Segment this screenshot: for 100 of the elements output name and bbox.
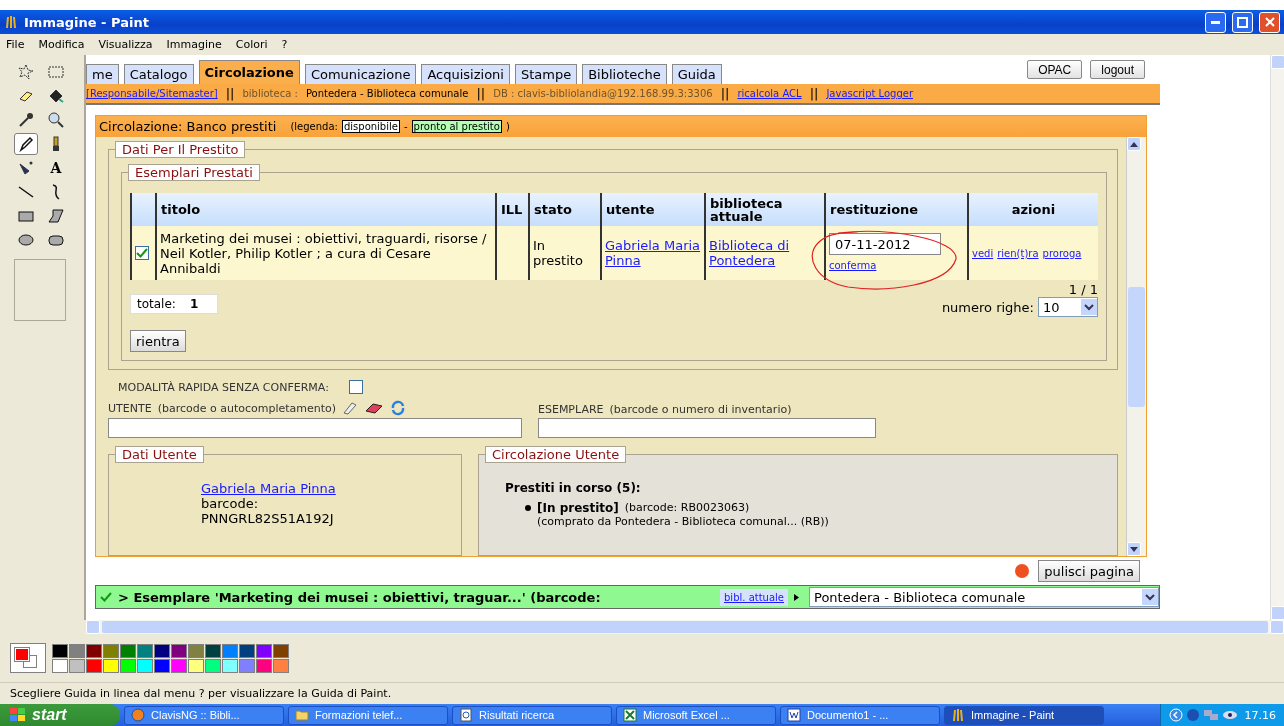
tab[interactable]: Circolazione (198, 60, 300, 84)
color-swatch[interactable] (273, 658, 289, 673)
info-link[interactable]: [Responsabile/Sitemaster] (86, 88, 218, 99)
line-icon (17, 183, 35, 201)
color-swatch[interactable] (205, 643, 221, 658)
color-swatch[interactable] (103, 658, 119, 673)
scroll-thumb[interactable] (102, 621, 1268, 633)
color-swatch[interactable] (239, 658, 255, 673)
horizontal-scrollbar[interactable] (86, 620, 1284, 634)
color-swatch[interactable] (222, 658, 238, 673)
ellipse-icon (17, 231, 35, 249)
color-swatch[interactable] (69, 643, 85, 658)
menu-item[interactable]: File (6, 38, 25, 51)
taskbar-item[interactable]: Documento1 - ... (780, 705, 940, 725)
paint-bucket-icon (47, 87, 65, 105)
pencil-icon (17, 135, 35, 153)
current-library-link[interactable]: bibl. attuale (720, 588, 788, 606)
tab[interactable]: Stampe (514, 64, 578, 84)
taskbar-item[interactable]: Risultati ricerca (452, 705, 612, 725)
color-swatch[interactable] (188, 658, 204, 673)
magnifier-icon (47, 111, 65, 129)
clock: 17.16 (1244, 708, 1276, 722)
color-swatch[interactable] (52, 658, 68, 673)
window-title: Immagine - Paint (24, 14, 150, 30)
eraser-icon (364, 402, 385, 414)
color-swatch[interactable] (256, 658, 272, 673)
color-swatch[interactable] (256, 643, 272, 658)
checkmark-icon (100, 592, 112, 602)
tool-button[interactable]: A (44, 157, 68, 179)
action-link[interactable]: rien(t)ra (997, 245, 1039, 261)
quick-mode-checkbox[interactable] (348, 380, 363, 394)
clear-page-button[interactable]: pulisci pagina (1038, 560, 1140, 582)
tab[interactable]: Comunicazione (304, 64, 417, 84)
tab[interactable]: Catalogo (123, 64, 194, 84)
menu-item[interactable]: Immagine (166, 38, 222, 51)
item-input-field[interactable] (538, 418, 876, 438)
eyedropper-icon (17, 111, 35, 129)
taskbar-item[interactable]: Microsoft Excel ... (616, 705, 776, 725)
panel-scrollbar[interactable] (1126, 137, 1146, 556)
color-swatch[interactable] (154, 643, 170, 658)
menu-item[interactable]: Colori (235, 38, 268, 51)
row-checkbox[interactable] (135, 246, 149, 260)
library-select[interactable]: Pontedera - Biblioteca comunale (809, 587, 1159, 607)
color-swatch[interactable] (171, 643, 187, 658)
action-link[interactable]: proroga (1042, 245, 1082, 261)
table-cell (496, 226, 529, 280)
header-button[interactable]: OPAC (1027, 60, 1083, 79)
color-swatch[interactable] (137, 643, 153, 658)
taskbar-item[interactable]: Immagine - Paint (944, 705, 1104, 725)
spray-can-icon (17, 159, 35, 177)
tab[interactable]: me (86, 64, 119, 84)
user-link[interactable]: Gabriela Maria Pinna (605, 238, 701, 268)
menu-item[interactable]: Visualizza (98, 38, 153, 51)
return-button[interactable]: rientra (130, 330, 186, 352)
legend-close: ) (505, 121, 510, 132)
maximize-icon (1237, 16, 1248, 28)
close-button[interactable] (1259, 11, 1280, 33)
info-link[interactable]: ricalcola ACL (737, 88, 802, 99)
color-swatch[interactable] (137, 658, 153, 673)
color-swatch[interactable] (86, 658, 102, 673)
maximize-button[interactable] (1232, 11, 1253, 33)
return-date-field[interactable]: 07-11-2012 (829, 233, 941, 255)
loans-heading: Prestiti in corso (5): (505, 481, 642, 495)
minimize-button[interactable] (1205, 11, 1226, 33)
tab[interactable]: Biblioteche (582, 64, 667, 84)
taskbar-item[interactable]: ClavisNG :: Bibli... (124, 705, 284, 725)
tab[interactable]: Acquisizioni (421, 64, 510, 84)
current-colors[interactable] (10, 643, 46, 673)
user-input-field[interactable] (108, 418, 522, 438)
color-swatch[interactable] (205, 658, 221, 673)
tool-button[interactable] (14, 133, 38, 155)
color-swatch[interactable] (120, 643, 136, 658)
confirm-link[interactable]: conferma (829, 258, 877, 273)
tab[interactable]: Guida (671, 64, 722, 84)
color-swatch[interactable] (103, 643, 119, 658)
header-button[interactable]: logout (1090, 60, 1145, 79)
status-cell: In prestito (529, 226, 601, 280)
color-swatch[interactable] (69, 658, 85, 673)
curve-icon (51, 184, 61, 200)
color-swatch[interactable] (222, 643, 238, 658)
menu-item[interactable]: ? (281, 38, 288, 51)
library-link[interactable]: Biblioteca di Pontedera (709, 238, 821, 268)
color-swatch[interactable] (52, 643, 68, 658)
color-swatch[interactable] (273, 643, 289, 658)
scroll-thumb[interactable] (1128, 286, 1145, 407)
color-swatch[interactable] (154, 658, 170, 673)
action-link[interactable]: vedi (972, 245, 994, 261)
info-link[interactable]: Javascript Logger (826, 88, 914, 99)
color-swatch[interactable] (239, 643, 255, 658)
color-swatch[interactable] (120, 658, 136, 673)
color-swatch[interactable] (86, 643, 102, 658)
eye-icon[interactable] (1221, 709, 1238, 721)
color-swatch[interactable] (188, 643, 204, 658)
menu-item[interactable]: Modifica (38, 38, 85, 51)
color-swatch[interactable] (171, 658, 187, 673)
start-button[interactable]: start (0, 704, 120, 726)
column-header: utente (601, 193, 705, 226)
rows-select[interactable]: 10 (1038, 297, 1098, 317)
taskbar-item[interactable]: Formazioni telef... (288, 705, 448, 725)
user-name-link[interactable]: Gabriela Maria Pinna (201, 481, 451, 496)
